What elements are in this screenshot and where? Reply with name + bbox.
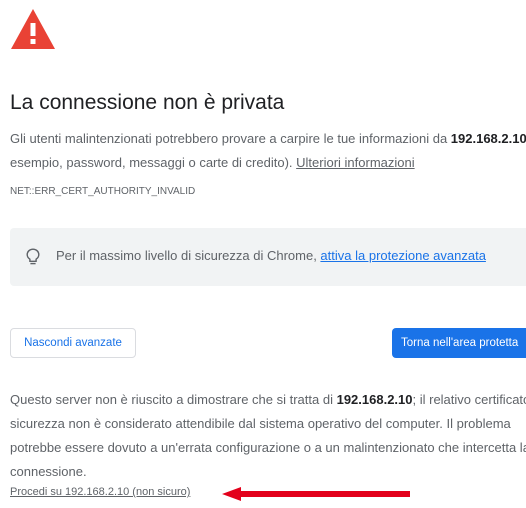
red-arrow-annotation	[222, 487, 410, 501]
learn-more-link[interactable]: Ulteriori informazioni	[296, 155, 414, 170]
details-text-before: Questo server non è riuscito a dimostrar…	[10, 392, 337, 407]
page-title: La connessione non è privata	[10, 91, 285, 114]
hide-advanced-button[interactable]: Nascondi avanzate	[10, 328, 136, 358]
details-paragraph: Questo server non è riuscito a dimostrar…	[10, 388, 526, 484]
enhanced-protection-tip: Per il massimo livello di sicurezza di C…	[10, 228, 526, 286]
details-host: 192.168.2.10	[336, 392, 413, 407]
error-code: NET::ERR_CERT_AUTHORITY_INVALID	[10, 186, 196, 197]
warning-triangle-icon	[11, 9, 55, 49]
intro-paragraph: Gli utenti malintenzionati potrebbero pr…	[10, 127, 526, 175]
intro-text-before: Gli utenti malintenzionati potrebbero pr…	[10, 131, 451, 146]
intro-host: 192.168.2.10	[450, 131, 526, 146]
tip-text: Per il massimo livello di sicurezza di C…	[56, 248, 486, 263]
proceed-unsafe-link[interactable]: Procedi su 192.168.2.10 (non sicuro)	[10, 486, 190, 498]
back-to-safety-button[interactable]: Torna nell'area protetta	[392, 328, 526, 358]
enhanced-protection-link[interactable]: attiva la protezione avanzata	[320, 248, 486, 263]
tip-label: Per il massimo livello di sicurezza di C…	[56, 248, 321, 263]
lightbulb-icon	[26, 248, 40, 265]
